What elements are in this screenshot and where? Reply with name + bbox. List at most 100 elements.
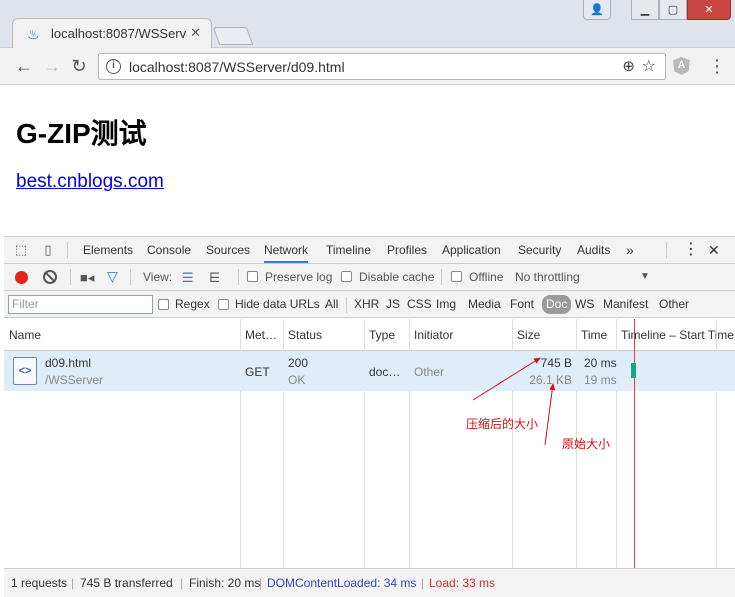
load-time: Load: 33 ms [429, 576, 496, 590]
column-method[interactable]: Met… [240, 319, 283, 351]
preserve-log-checkbox[interactable] [247, 271, 258, 282]
column-size[interactable]: Size [512, 319, 576, 351]
close-tab-icon[interactable]: ✕ [190, 25, 201, 41]
filter-type-img[interactable]: Img [436, 297, 456, 311]
close-window-button[interactable]: ✕ [687, 0, 731, 20]
chevron-down-icon[interactable]: ▼ [640, 271, 650, 282]
tab-application[interactable]: Application [442, 237, 501, 263]
toolbar-divider [666, 242, 667, 258]
hide-data-urls-checkbox[interactable] [218, 299, 229, 310]
status-separator: | [71, 576, 75, 590]
window-controls: 👤 ▁ ▢ ✕ [583, 0, 731, 22]
filter-type-other[interactable]: Other [659, 297, 689, 311]
tab-security[interactable]: Security [518, 237, 561, 263]
filter-type-ws[interactable]: WS [575, 297, 594, 311]
filter-input[interactable]: Filter [8, 295, 153, 314]
disable-cache-checkbox[interactable] [341, 271, 352, 282]
filter-type-css[interactable]: CSS [407, 297, 432, 311]
overview-icon[interactable]: ⋿ [209, 270, 220, 286]
preserve-log-label: Preserve log [265, 270, 333, 284]
maximize-button[interactable]: ▢ [659, 0, 687, 20]
request-count: 1 requests [11, 576, 68, 590]
network-table-header: Name Met… Status Type Initiator Size Tim… [4, 319, 735, 351]
column-time[interactable]: Time [576, 319, 616, 351]
request-name[interactable]: d09.html [45, 356, 91, 370]
minimize-button[interactable]: ▁ [631, 0, 659, 20]
filter-type-media[interactable]: Media [468, 297, 501, 311]
filter-type-all[interactable]: All [325, 297, 338, 311]
site-info-icon[interactable]: i [106, 59, 121, 74]
view-label: View: [143, 270, 173, 284]
offline-checkbox[interactable] [451, 271, 462, 282]
filter-type-manifest[interactable]: Manifest [603, 297, 648, 311]
title-bar: ♨ localhost:8087/WSServ ✕ 👤 ▁ ▢ ✕ [0, 0, 735, 48]
clear-icon[interactable] [43, 270, 57, 284]
filter-type-font[interactable]: Font [510, 297, 534, 311]
request-initiator: Other [414, 365, 445, 379]
throttling-select[interactable]: No throttling [515, 270, 580, 284]
status-text: OK [288, 373, 306, 387]
angular-extension-icon[interactable]: A [673, 57, 690, 75]
tab-console[interactable]: Console [147, 237, 191, 263]
disable-cache-label: Disable cache [359, 270, 435, 284]
devtools-menu-icon[interactable]: ⋮ [683, 237, 699, 263]
column-status[interactable]: Status [283, 319, 364, 351]
address-url[interactable]: localhost:8087/WSServer/d09.html [129, 59, 345, 75]
new-tab-button[interactable] [212, 27, 254, 45]
bookmark-star-icon[interactable]: ☆ [642, 56, 656, 76]
devtools-panel: ⬚ ▯ Elements Console Sources Network Tim… [4, 236, 735, 597]
toolbar-divider [70, 269, 71, 285]
tab-title: localhost:8087/WSServ [51, 26, 187, 41]
network-toolbar: ■◂ ▽ View: ☰ ⋿ Preserve log Disable cach… [4, 264, 735, 291]
html-document-icon: <> [13, 357, 37, 385]
tab-timeline[interactable]: Timeline [326, 237, 371, 263]
browser-tab[interactable]: ♨ localhost:8087/WSServ ✕ [12, 18, 212, 48]
size-content: 26.1 KB [529, 373, 572, 387]
more-tabs-chevron-icon[interactable]: » [626, 237, 634, 263]
tab-profiles[interactable]: Profiles [387, 237, 427, 263]
size-transferred: 745 B [540, 356, 572, 370]
large-rows-icon[interactable]: ☰ [182, 270, 194, 286]
filter-bar: Filter Regex Hide data URLs All XHR JS C… [4, 291, 735, 318]
page-heading: G-ZIP测试 [16, 118, 147, 149]
address-bar[interactable]: i localhost:8087/WSServer/d09.html ⊕ ☆ [98, 53, 666, 80]
inspect-element-icon[interactable]: ⬚ [13, 242, 29, 258]
request-latency: 19 ms [584, 373, 617, 387]
status-separator: | [259, 576, 263, 590]
status-code: 200 [288, 356, 309, 370]
tomcat-favicon-icon: ♨ [27, 26, 40, 42]
filter-type-js[interactable]: JS [386, 297, 400, 311]
filter-type-doc[interactable]: Doc [542, 295, 572, 314]
toolbar-divider [130, 269, 131, 285]
zoom-icon[interactable]: ⊕ [622, 57, 635, 75]
tab-elements[interactable]: Elements [83, 237, 133, 263]
column-name[interactable]: Name [4, 319, 240, 351]
filter-funnel-icon[interactable]: ▽ [107, 268, 118, 285]
forward-arrow-icon[interactable]: → [41, 56, 63, 78]
chrome-menu-icon[interactable]: ⋮ [708, 57, 726, 75]
devtools-tab-bar: ⬚ ▯ Elements Console Sources Network Tim… [4, 237, 735, 264]
request-type: doc… [369, 365, 401, 379]
reload-icon[interactable]: ↻ [68, 56, 90, 78]
load-event-line [634, 319, 635, 568]
filter-type-xhr[interactable]: XHR [354, 297, 379, 311]
regex-label: Regex [175, 297, 210, 311]
user-profile-icon[interactable]: 👤 [583, 0, 611, 20]
column-initiator[interactable]: Initiator [409, 319, 512, 351]
request-path: /WSServer [45, 373, 104, 387]
page-content: G-ZIP测试 best.cnblogs.com [0, 86, 735, 236]
toolbar-divider [441, 269, 442, 285]
column-type[interactable]: Type [364, 319, 409, 351]
back-arrow-icon[interactable]: ← [13, 56, 35, 78]
device-toolbar-icon[interactable]: ▯ [40, 242, 56, 258]
regex-checkbox[interactable] [158, 299, 169, 310]
request-time: 20 ms [584, 356, 617, 370]
close-devtools-icon[interactable]: ✕ [708, 237, 720, 263]
record-icon[interactable] [15, 271, 28, 284]
camera-icon[interactable]: ■◂ [80, 270, 94, 286]
table-row[interactable]: <> d09.html /WSServer GET 200 OK doc… Ot… [4, 351, 735, 391]
tab-network[interactable]: Network [264, 237, 309, 263]
tab-audits[interactable]: Audits [577, 237, 610, 263]
page-link[interactable]: best.cnblogs.com [16, 171, 164, 193]
tab-sources[interactable]: Sources [206, 237, 250, 263]
